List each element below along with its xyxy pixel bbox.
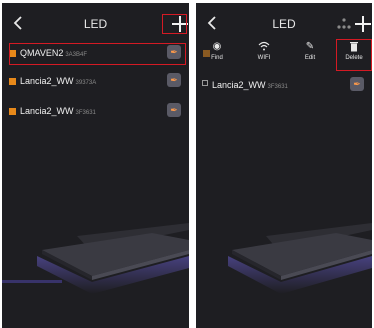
device-name: Lancia2_WW 39373A [20,76,97,86]
link-icon[interactable]: ✒ [167,73,181,87]
device-highlight [9,43,186,65]
led-lamp-image [2,223,189,294]
edit-icon: ✎ [305,41,315,52]
delete-highlight [336,39,372,71]
page-title: LED [83,17,108,31]
edit-button[interactable]: ✎ Edit [295,41,325,61]
right-phone-screen: LED ◉ Find WIFI ✎ Edit Delete Lancia2_WW… [196,3,372,328]
wifi-icon [249,41,279,53]
device-color-icon [9,78,16,85]
wifi-button[interactable]: WIFI [249,41,279,61]
link-icon[interactable]: ✒ [350,77,364,91]
device-color-icon [9,108,16,115]
device-row[interactable]: Lancia2_WW 3F3631 ✒ [196,75,372,97]
group-icon[interactable] [337,18,351,30]
link-icon[interactable]: ✒ [167,103,181,117]
header: LED [196,3,372,43]
checkbox[interactable] [202,80,208,86]
device-name: Lancia2_WW 3F3631 [212,80,288,90]
device-row[interactable]: Lancia2_WW 39373A ✒ [2,71,189,93]
find-button[interactable]: ◉ Find [202,41,232,61]
add-button-highlight [162,14,187,34]
add-icon[interactable] [355,16,371,32]
device-row[interactable]: Lancia2_WW 3F3631 ✒ [2,101,189,123]
device-name: Lancia2_WW 3F3631 [20,106,96,116]
left-phone-screen: LED QMAVEN2 3A3B4F ✒ Lancia2_WW 39373A ✒ L… [2,3,189,328]
header: LED [2,3,189,43]
led-lamp-image [228,223,372,294]
eye-icon: ◉ [212,41,222,52]
